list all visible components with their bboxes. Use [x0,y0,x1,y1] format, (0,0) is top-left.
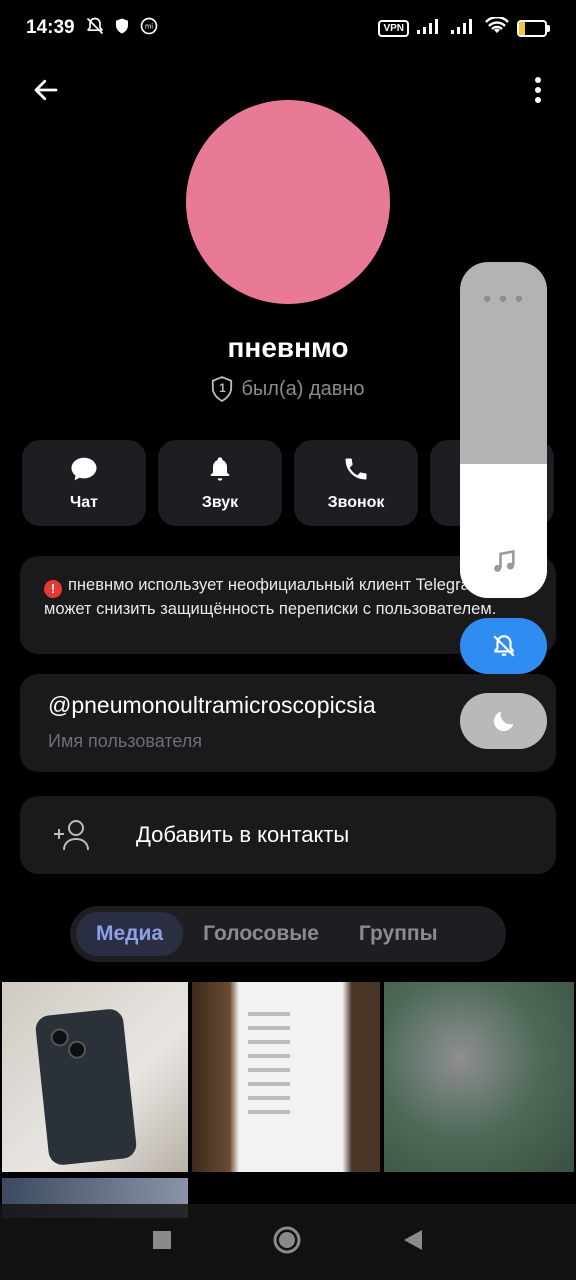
signal-icon-2 [451,18,477,39]
add-contact-button[interactable]: Добавить в контакты [20,796,556,874]
call-label: Звонок [327,494,385,511]
signal-icon [417,18,443,39]
bell-off-icon [492,635,515,657]
username-value: @pneumonoultramicroscopicsia [48,692,376,718]
chat-button[interactable]: Чат [22,440,146,526]
bell-icon [210,457,230,481]
sound-label: Звук [201,494,239,511]
back-nav-button[interactable] [402,1228,424,1257]
music-note-icon [460,548,547,576]
chat-label: Чат [70,494,98,511]
tab-voice[interactable]: Голосовые [183,912,339,956]
call-button[interactable]: Звонок [294,440,418,526]
circle-icon [273,1226,301,1253]
square-icon [153,1230,171,1249]
more-options-button[interactable] [520,70,556,110]
badge-number: 1 [219,381,226,395]
add-person-icon [54,820,89,851]
media-thumbnail[interactable] [2,982,188,1172]
warning-text: пневнмо использует неофициальный клиент … [44,576,522,618]
sound-button[interactable]: Звук [158,440,282,526]
do-not-disturb-button[interactable] [460,693,547,749]
media-grid [0,982,576,1218]
shield-icon [113,16,131,41]
username-label: Имя пользователя [48,731,203,751]
phone-icon [345,458,367,480]
recents-button[interactable] [152,1230,172,1255]
battery-percent: 24 [525,22,539,34]
last-seen-text: был(а) давно [241,377,365,400]
more-vertical-icon [535,77,541,103]
system-nav-bar [0,1204,576,1280]
back-button[interactable] [26,70,66,110]
avatar[interactable] [186,100,390,304]
moon-icon [493,711,513,732]
media-tabs: Медиа Голосовые Группы [70,906,506,962]
clock: 14:39 [26,17,75,38]
warning-icon: ! [44,580,62,598]
volume-more-icon[interactable]: • • • [460,286,547,312]
tab-media[interactable]: Медиа [76,912,184,956]
status-bar: 14:39 mi VPN 24 [0,0,576,56]
add-contact-label: Добавить в контакты [136,822,350,847]
vpn-badge: VPN [378,19,409,37]
triangle-back-icon [404,1229,422,1250]
volume-level [460,463,547,598]
svg-text:mi: mi [144,22,152,30]
chat-icon [71,457,97,481]
media-thumbnail[interactable] [192,982,380,1172]
wifi-icon [485,15,509,40]
mute-toggle-button[interactable] [460,618,547,674]
home-button[interactable] [272,1225,302,1260]
bell-off-icon [85,16,105,41]
shield-badge-icon[interactable]: 1 [211,376,233,402]
arrow-left-icon [34,79,58,101]
media-thumbnail[interactable] [384,982,574,1172]
volume-slider[interactable]: • • • [460,262,547,598]
mi-icon: mi [139,16,159,41]
tab-groups[interactable]: Группы [339,912,458,956]
battery-icon: 24 [517,19,550,37]
